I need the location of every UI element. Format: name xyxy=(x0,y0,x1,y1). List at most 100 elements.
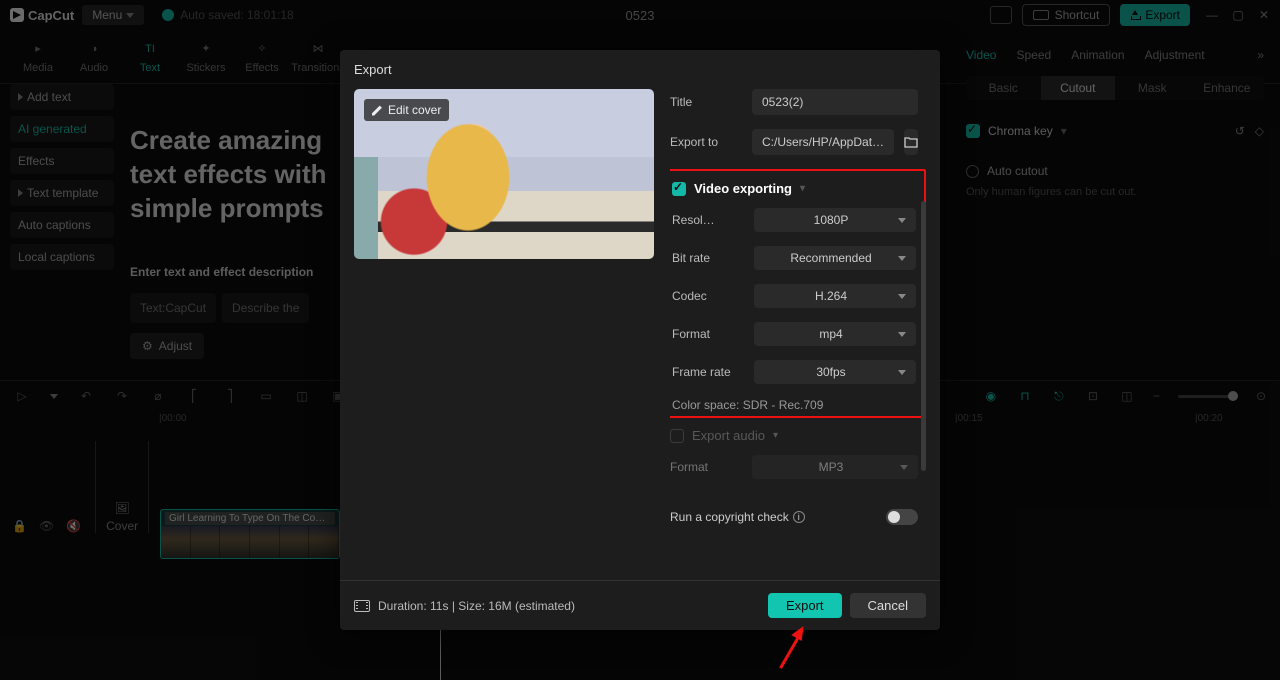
mute-icon[interactable]: 🔇 xyxy=(66,519,81,533)
footer-info: Duration: 11s | Size: 16M (estimated) xyxy=(354,599,575,613)
video-export-checkbox[interactable] xyxy=(672,182,686,196)
logo-icon xyxy=(10,8,24,22)
keyframe-icon[interactable]: ◇ xyxy=(1255,124,1264,138)
sidebar-auto-captions[interactable]: Auto captions xyxy=(10,212,114,238)
rptab-video[interactable]: Video xyxy=(966,48,996,62)
minimize-icon[interactable]: — xyxy=(1206,9,1218,21)
resolution-dropdown[interactable]: 1080P xyxy=(754,208,916,232)
chevron-down-icon xyxy=(898,218,906,223)
magnet-icon[interactable]: ⊓ xyxy=(1017,388,1033,404)
shortcut-button[interactable]: Shortcut xyxy=(1022,4,1111,26)
right-panel: Video Speed Animation Adjustment » Basic… xyxy=(950,38,1280,378)
subtab-enhance[interactable]: Enhance xyxy=(1190,76,1265,100)
preview-icon[interactable]: ⊡ xyxy=(1085,388,1101,404)
zoom-slider[interactable] xyxy=(1178,395,1238,398)
eye-icon[interactable]: 👁 xyxy=(39,519,54,533)
subtab-basic[interactable]: Basic xyxy=(966,76,1041,100)
framerate-label: Frame rate xyxy=(672,365,744,379)
export-audio-section: Export audio▾ FormatMP3 xyxy=(670,428,918,479)
video-track-clip[interactable]: Girl Learning To Type On The Computer xyxy=(160,509,340,559)
prompt-text-field[interactable]: Text:CapCut xyxy=(130,293,216,323)
chevron-down-icon xyxy=(898,332,906,337)
trim-left-icon[interactable]: ⎡ xyxy=(186,388,202,404)
prompt-desc-field[interactable]: Describe the xyxy=(222,293,309,323)
cover-preview: Edit cover xyxy=(354,89,654,259)
undo-icon[interactable]: ↶ xyxy=(78,388,94,404)
scrollbar[interactable] xyxy=(921,201,926,471)
edit-cover-button[interactable]: Edit cover xyxy=(364,99,449,121)
chroma-checkbox[interactable] xyxy=(966,124,980,138)
media-icon: ▸ xyxy=(27,40,49,58)
subtab-cutout[interactable]: Cutout xyxy=(1041,76,1116,100)
zoom-out-icon[interactable]: − xyxy=(1153,389,1160,403)
track-icon[interactable]: ◫ xyxy=(1119,388,1135,404)
zoom-fit-icon[interactable]: ⊙ xyxy=(1256,389,1266,403)
transitions-icon: ⋈ xyxy=(307,40,329,58)
sidebar-text-template[interactable]: Text template xyxy=(10,180,114,206)
annotation-arrow xyxy=(770,625,820,675)
sidebar-local-captions[interactable]: Local captions xyxy=(10,244,114,270)
colorspace-text: Color space: SDR - Rec.709 xyxy=(672,398,916,412)
upload-icon xyxy=(1130,10,1140,20)
video-export-section: Video exporting ▾ Resol…1080P Bit rateRe… xyxy=(670,169,926,418)
tab-audio[interactable]: ◑Audio xyxy=(66,40,122,74)
bitrate-label: Bit rate xyxy=(672,251,744,265)
export-audio-checkbox[interactable] xyxy=(670,429,684,443)
tab-media[interactable]: ▸Media xyxy=(10,40,66,74)
topbar: CapCut Menu Auto saved: 18:01:18 0523 Sh… xyxy=(0,0,1280,30)
format-dropdown[interactable]: mp4 xyxy=(754,322,916,346)
app-logo: CapCut xyxy=(10,8,74,23)
codec-dropdown[interactable]: H.264 xyxy=(754,284,916,308)
audio-format-label: Format xyxy=(670,460,742,474)
delete-icon[interactable]: ▭ xyxy=(258,388,274,404)
effects-icon: ✧ xyxy=(251,40,273,58)
tab-effects[interactable]: ✧Effects xyxy=(234,40,290,74)
adjust-button[interactable]: ⚙ Adjust xyxy=(130,333,204,359)
layout-icon[interactable] xyxy=(990,6,1012,24)
copyright-toggle[interactable] xyxy=(886,509,918,525)
tab-stickers[interactable]: ✦Stickers xyxy=(178,40,234,74)
undo-icon[interactable]: ↺ xyxy=(1235,124,1245,138)
info-icon[interactable]: i xyxy=(793,511,805,523)
rptab-more-icon[interactable]: » xyxy=(1257,48,1264,62)
pointer-icon[interactable]: ▷ xyxy=(14,388,30,404)
tab-text[interactable]: TIText xyxy=(122,40,178,74)
cover-button[interactable]: 🖼 Cover xyxy=(95,441,149,533)
folder-button[interactable] xyxy=(904,129,918,155)
autosave-status: Auto saved: 18:01:18 xyxy=(162,8,293,22)
prompt-label: Enter text and effect description xyxy=(130,265,340,279)
chevron-down-icon xyxy=(898,256,906,261)
link-icon[interactable]: ⎋ xyxy=(1051,388,1067,404)
menu-button[interactable]: Menu xyxy=(82,5,144,25)
sidebar-ai-generated[interactable]: AI generated xyxy=(10,116,114,142)
rptab-animation[interactable]: Animation xyxy=(1071,48,1124,62)
split-icon[interactable]: ⌀ xyxy=(150,388,166,404)
framerate-dropdown[interactable]: 30fps xyxy=(754,360,916,384)
audio-icon: ◑ xyxy=(83,40,105,58)
marker-icon[interactable]: ◉ xyxy=(983,388,999,404)
sidebar-effects[interactable]: Effects xyxy=(10,148,114,174)
exportto-label: Export to xyxy=(670,135,742,149)
bitrate-dropdown[interactable]: Recommended xyxy=(754,246,916,270)
image-icon: 🖼 xyxy=(115,501,130,515)
tab-transitions[interactable]: ⋈Transitions xyxy=(290,40,346,74)
subtab-mask[interactable]: Mask xyxy=(1115,76,1190,100)
export-button-top[interactable]: Export xyxy=(1120,4,1190,26)
lock-icon[interactable]: 🔒 xyxy=(12,519,27,533)
redo-icon[interactable]: ↷ xyxy=(114,388,130,404)
maximize-icon[interactable]: ▢ xyxy=(1232,9,1244,21)
auto-cutout-radio[interactable] xyxy=(966,165,979,178)
export-confirm-button[interactable]: Export xyxy=(768,593,842,618)
close-icon[interactable]: ✕ xyxy=(1258,9,1270,21)
audio-format-dropdown: MP3 xyxy=(752,455,918,479)
rptab-adjustment[interactable]: Adjustment xyxy=(1145,48,1205,62)
trim-right-icon[interactable]: ⎤ xyxy=(222,388,238,404)
pencil-icon xyxy=(372,105,383,116)
rptab-speed[interactable]: Speed xyxy=(1016,48,1051,62)
title-field[interactable]: 0523(2) xyxy=(752,89,918,115)
sidebar-add-text[interactable]: Add text xyxy=(10,84,114,110)
cancel-button[interactable]: Cancel xyxy=(850,593,926,618)
exportto-field[interactable]: C:/Users/HP/AppDat… xyxy=(752,129,894,155)
crop-icon[interactable]: ◫ xyxy=(294,388,310,404)
keyboard-icon xyxy=(1033,10,1049,20)
